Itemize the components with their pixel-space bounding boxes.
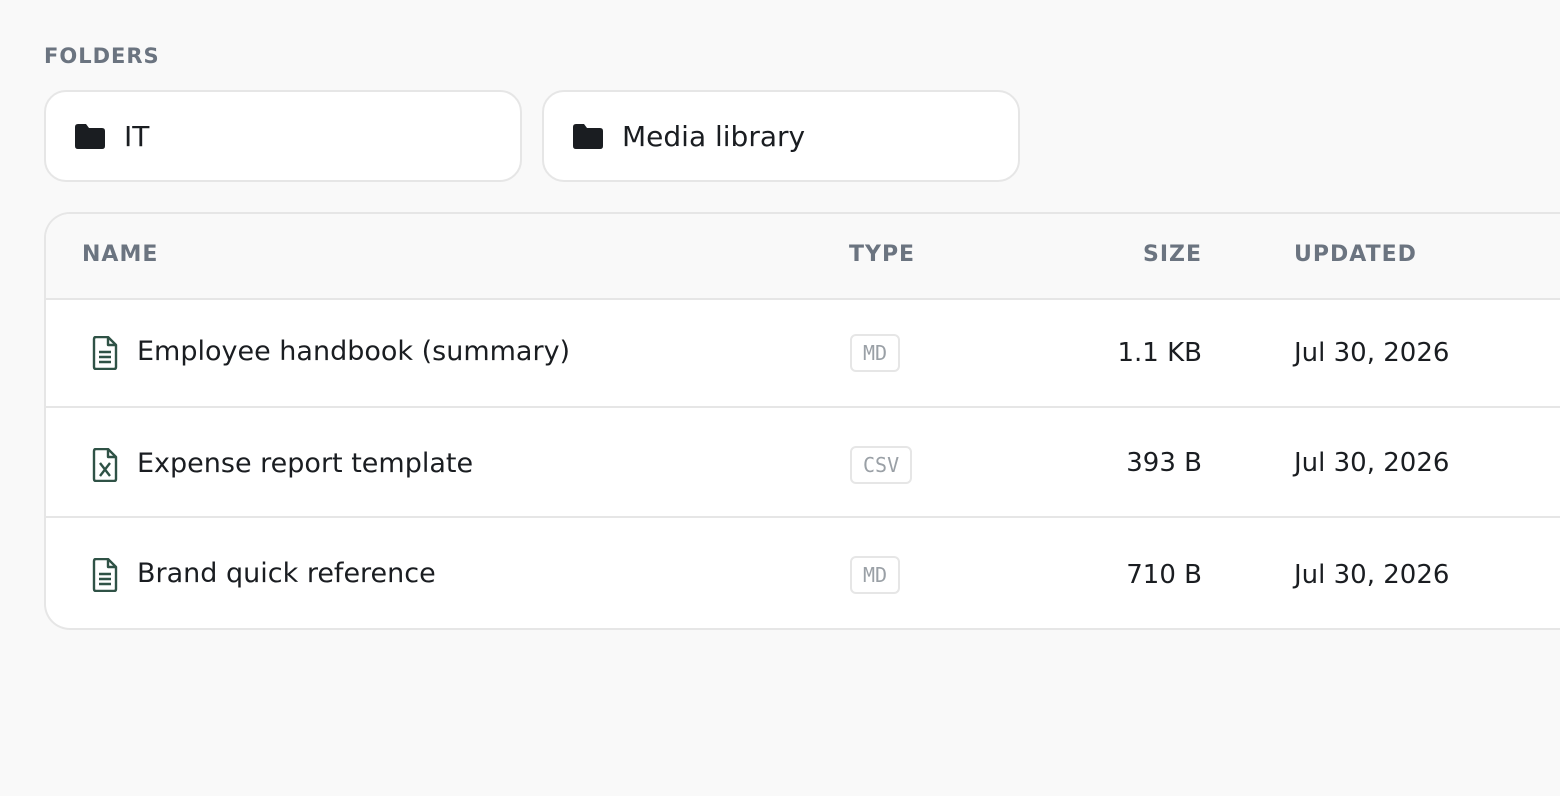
file-type-badge: MD (850, 556, 901, 594)
file-size: 1.1 KB (1117, 338, 1203, 368)
file-name[interactable]: Employee handbook (summary) (137, 336, 570, 367)
folders-section-label: FOLDERS (44, 44, 160, 68)
file-updated-date: Jul 30, 2026 (1294, 560, 1450, 590)
folder-icon (572, 122, 604, 150)
folder-icon (74, 122, 106, 150)
column-header-updated[interactable]: UPDATED (1294, 242, 1417, 267)
folder-list: IT Media library (44, 90, 1020, 182)
table-row[interactable]: Employee handbook (summary) MD 1.1 KB Ju… (46, 298, 1560, 408)
file-updated-date: Jul 30, 2026 (1294, 448, 1450, 478)
column-header-type[interactable]: TYPE (849, 242, 915, 267)
file-browser: FOLDERS IT Media library NAME TYPE SIZE … (0, 0, 1560, 796)
table-header: NAME TYPE SIZE UPDATED (46, 214, 1560, 300)
table-row[interactable]: Expense report template CSV 393 B Jul 30… (46, 408, 1560, 518)
file-updated-date: Jul 30, 2026 (1294, 338, 1450, 368)
file-name[interactable]: Brand quick reference (137, 558, 436, 589)
file-type-badge: MD (850, 334, 901, 372)
document-icon (92, 557, 118, 593)
folder-card-media-library[interactable]: Media library (542, 90, 1020, 182)
column-header-name[interactable]: NAME (82, 242, 158, 267)
folder-name: IT (124, 119, 150, 153)
file-size: 710 B (1126, 560, 1202, 590)
files-table: NAME TYPE SIZE UPDATED Employee handbook… (44, 212, 1560, 630)
column-header-size[interactable]: SIZE (1026, 242, 1202, 267)
file-size: 393 B (1126, 448, 1202, 478)
document-icon (92, 335, 118, 371)
spreadsheet-icon (92, 447, 118, 483)
table-row[interactable]: Brand quick reference MD 710 B Jul 30, 2… (46, 520, 1560, 628)
folder-card-it[interactable]: IT (44, 90, 522, 182)
file-type-badge: CSV (850, 446, 913, 484)
file-name[interactable]: Expense report template (137, 448, 473, 479)
folder-name: Media library (622, 119, 806, 153)
